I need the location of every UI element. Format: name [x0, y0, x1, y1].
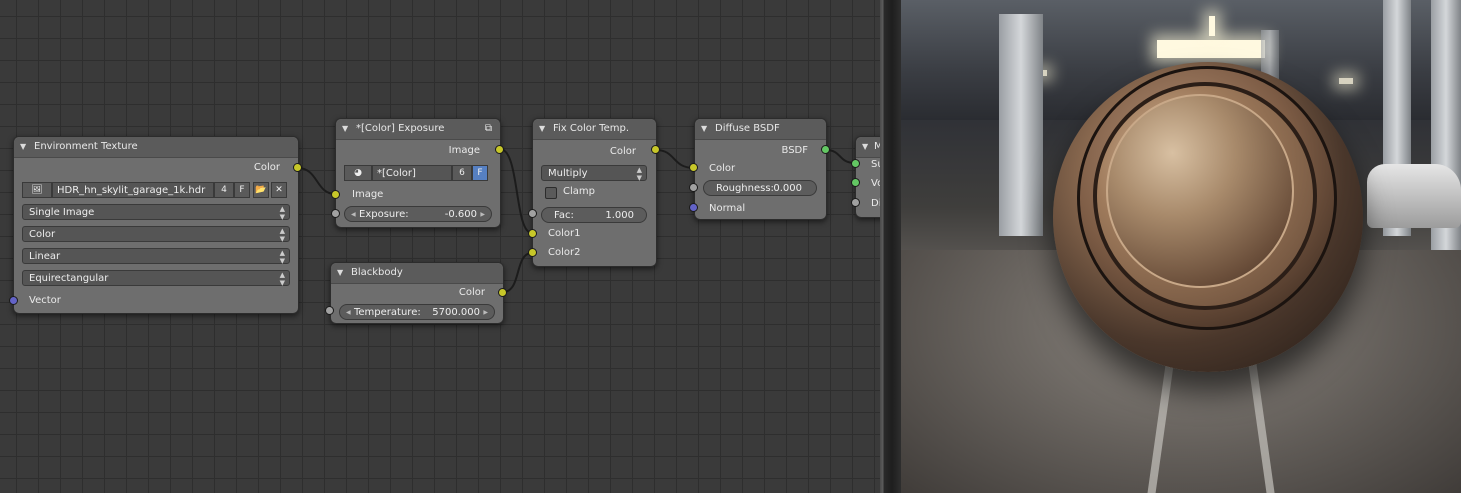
- node-header[interactable]: ▼ Blackbody: [331, 263, 503, 284]
- image-browse-icon[interactable]: 🖼: [22, 182, 52, 198]
- node-title: Blackbody: [351, 267, 403, 278]
- clamp-label: Clamp: [563, 186, 595, 197]
- collapse-arrow-icon[interactable]: ▼: [539, 119, 545, 139]
- blackbody-output-color-socket[interactable]: [498, 288, 507, 297]
- node-editor[interactable]: ▼ Environment Texture Color 🖼 HDR_hn_sky…: [0, 0, 880, 493]
- ceiling-light-small: [1209, 16, 1215, 36]
- node-diffuse-bsdf[interactable]: ▼ Diffuse BSDF BSDF Color Roughness: 0.0…: [694, 118, 827, 220]
- fix-input-color2-socket[interactable]: [528, 248, 537, 257]
- exposure-input-image-socket[interactable]: [331, 190, 340, 199]
- image-name-field[interactable]: HDR_hn_skylit_garage_1k.hdr: [52, 182, 214, 198]
- node-header[interactable]: ▼ Environment Texture: [14, 137, 298, 158]
- node-mix-shader-partial[interactable]: ▼ M Su Vo Di: [855, 136, 880, 218]
- env-input-vector-socket[interactable]: [9, 296, 18, 305]
- node-color-exposure[interactable]: ▼ *[Color] Exposure ⧉ Image ◕ *[Color] E…: [335, 118, 501, 228]
- color-space-dropdown[interactable]: Color ▲ ▼: [22, 226, 290, 243]
- input-normal-label: Normal: [709, 203, 746, 214]
- node-title: Fix Color Temp.: [553, 123, 630, 134]
- image-source-dropdown[interactable]: Single Image ▲ ▼: [22, 204, 290, 221]
- exposure-field[interactable]: ◀ Exposure: -0.600 ▶: [344, 206, 492, 222]
- input-image-label: Image: [352, 189, 384, 200]
- node-header[interactable]: ▼ M: [856, 137, 880, 158]
- input-1-label: Su: [871, 159, 880, 170]
- image-users-count[interactable]: 4: [214, 182, 234, 198]
- fix-input-color1-socket[interactable]: [528, 229, 537, 238]
- roughness-field[interactable]: Roughness: 0.000: [703, 180, 817, 196]
- group-name-field[interactable]: *[Color] Expo...: [372, 165, 452, 181]
- exposure-output-image-socket[interactable]: [495, 145, 504, 154]
- link-blackbody-to-color2: [502, 252, 533, 293]
- render-viewport[interactable]: [901, 0, 1461, 493]
- mix-input-shader1-socket[interactable]: [851, 159, 860, 168]
- mix-input-displacement-socket[interactable]: [851, 198, 860, 207]
- fake-user-button[interactable]: F: [234, 182, 250, 198]
- fac-field[interactable]: Fac: 1.000: [541, 207, 647, 223]
- ceiling-light-right: [1339, 78, 1353, 84]
- output-color-label: Color: [609, 146, 636, 157]
- collapse-arrow-icon[interactable]: ▼: [862, 137, 868, 157]
- node-title: Diffuse BSDF: [715, 123, 780, 134]
- diffuse-input-normal-socket[interactable]: [689, 203, 698, 212]
- interpolation-dropdown[interactable]: Linear ▲ ▼: [22, 248, 290, 265]
- fix-output-color-socket[interactable]: [651, 145, 660, 154]
- open-image-icon[interactable]: 📂: [253, 182, 269, 198]
- input-vector-label: Vector: [29, 295, 61, 306]
- node-header[interactable]: ▼ Fix Color Temp.: [533, 119, 656, 140]
- collapse-arrow-icon[interactable]: ▼: [701, 119, 707, 139]
- output-color-label: Color: [253, 162, 280, 173]
- area-split-handle[interactable]: [880, 0, 901, 493]
- sphere-cap: [1106, 94, 1294, 288]
- projection-dropdown[interactable]: Equirectangular ▲ ▼: [22, 270, 290, 287]
- input-color-label: Color: [709, 163, 736, 174]
- clamp-checkbox[interactable]: [545, 187, 557, 199]
- node-header[interactable]: ▼ Diffuse BSDF: [695, 119, 826, 140]
- blend-mode-dropdown[interactable]: Multiply ▲ ▼: [541, 165, 647, 182]
- fix-input-fac-socket[interactable]: [528, 209, 537, 218]
- input-color1-label: Color1: [548, 228, 581, 239]
- concrete-pillar: [999, 14, 1043, 236]
- input-2-label: Vo: [871, 178, 880, 189]
- link-exposure-to-color1: [499, 148, 533, 234]
- temperature-field[interactable]: ◀ Temperature: 5700.000 ▶: [339, 304, 495, 320]
- diffuse-output-bsdf-socket[interactable]: [821, 145, 830, 154]
- output-image-label: Image: [448, 145, 480, 156]
- diffuse-input-color-socket[interactable]: [689, 163, 698, 172]
- collapse-arrow-icon[interactable]: ▼: [20, 137, 26, 157]
- node-title: Environment Texture: [34, 141, 138, 152]
- group-browse-icon[interactable]: ◕: [344, 165, 372, 181]
- exposure-input-value-socket[interactable]: [331, 209, 340, 218]
- output-bsdf-label: BSDF: [781, 145, 808, 156]
- unlink-image-icon[interactable]: ✕: [271, 182, 287, 198]
- env-output-color-socket[interactable]: [293, 163, 302, 172]
- node-fix-color-temp[interactable]: ▼ Fix Color Temp. Color Multiply ▲ ▼ Clamp…: [532, 118, 657, 267]
- output-color-label: Color: [458, 287, 485, 298]
- node-environment-texture[interactable]: ▼ Environment Texture Color 🖼 HDR_hn_sky…: [13, 136, 299, 314]
- fake-user-button[interactable]: F: [472, 165, 488, 181]
- collapse-arrow-icon[interactable]: ▼: [342, 119, 348, 139]
- group-users-count[interactable]: 6: [452, 165, 472, 181]
- mix-input-shader2-socket[interactable]: [851, 178, 860, 187]
- node-title: *[Color] Exposure: [356, 123, 445, 134]
- node-blackbody[interactable]: ▼ Blackbody Color ◀ Temperature: 5700.000…: [330, 262, 504, 324]
- blackbody-input-temperature-socket[interactable]: [325, 306, 334, 315]
- group-edit-icon[interactable]: ⧉: [485, 119, 492, 139]
- input-3-label: Di: [871, 198, 880, 209]
- collapse-arrow-icon[interactable]: ▼: [337, 263, 343, 283]
- parked-car: [1367, 164, 1461, 228]
- link-env-to-exposure: [297, 167, 336, 195]
- ceiling-light: [1157, 40, 1265, 58]
- diffuse-input-roughness-socket[interactable]: [689, 183, 698, 192]
- input-color2-label: Color2: [548, 247, 581, 258]
- node-header[interactable]: ▼ *[Color] Exposure ⧉: [336, 119, 500, 140]
